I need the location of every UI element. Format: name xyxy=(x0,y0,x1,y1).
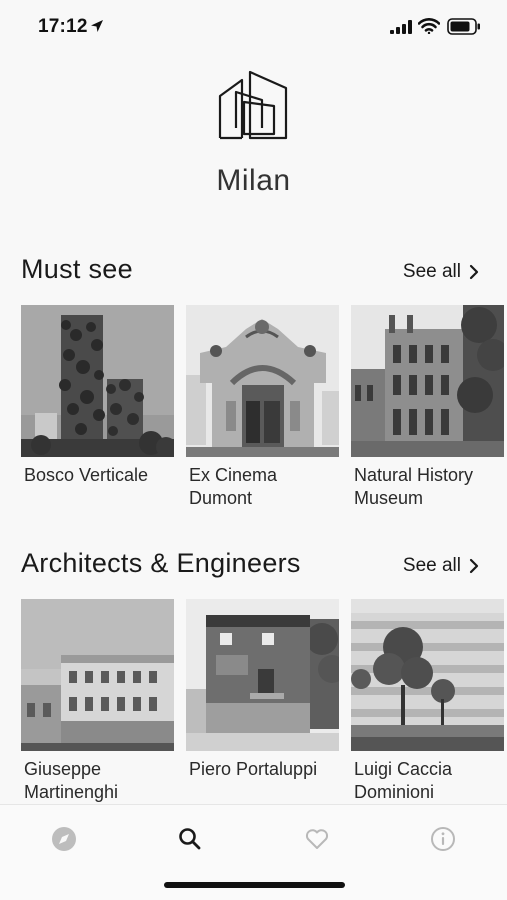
section-title-must-see: Must see xyxy=(21,254,133,284)
card-giuseppe-martinenghi[interactable]: Giuseppe Martinenghi xyxy=(21,599,174,804)
card-label: Natural History Museum xyxy=(354,465,474,508)
info-icon xyxy=(431,827,455,851)
tab-info[interactable] xyxy=(423,819,463,859)
card-photo xyxy=(21,305,174,457)
status-bar: 17:12 xyxy=(0,0,507,52)
card-bosco-verticale[interactable]: Bosco Verticale xyxy=(21,305,174,510)
see-all-must-see-button[interactable]: See all xyxy=(403,261,479,283)
chevron-right-icon xyxy=(469,558,479,574)
card-piero-portaluppi[interactable]: Piero Portaluppi xyxy=(186,599,339,804)
tab-favorites[interactable] xyxy=(297,819,337,859)
card-photo xyxy=(21,599,174,751)
battery-icon xyxy=(447,18,480,35)
location-arrow-icon xyxy=(91,20,103,32)
card-label: Piero Portaluppi xyxy=(189,759,318,779)
card-ex-cinema-dumont[interactable]: Ex Cinema Dumont xyxy=(186,305,339,510)
wifi-icon xyxy=(418,18,440,34)
heart-icon xyxy=(305,829,329,849)
tab-search[interactable] xyxy=(170,819,210,859)
luigi-caccia-dominioni-photo xyxy=(351,599,504,751)
card-natural-history-museum[interactable]: Natural History Museum xyxy=(351,305,504,510)
section-title-architects-engineers: Architects & Engineers xyxy=(21,548,301,578)
must-see-carousel[interactable]: Bosco Verticale Ex Cinema Dumont Natural… xyxy=(21,305,504,510)
card-label: Giuseppe Martinenghi xyxy=(24,759,119,802)
card-luigi-caccia-dominioni[interactable]: Luigi Caccia Dominioni xyxy=(351,599,504,804)
home-indicator[interactable] xyxy=(164,882,345,888)
giuseppe-martinenghi-photo xyxy=(21,599,174,751)
card-photo xyxy=(186,305,339,457)
cellular-signal-icon xyxy=(390,20,412,34)
status-time: 17:12 xyxy=(38,16,88,37)
app-logo-icon xyxy=(218,70,288,140)
card-label: Bosco Verticale xyxy=(24,465,149,485)
search-icon xyxy=(179,828,201,850)
bosco-verticale-photo xyxy=(21,305,174,457)
card-photo xyxy=(186,599,339,751)
tab-explore[interactable] xyxy=(44,819,84,859)
card-label: Luigi Caccia Dominioni xyxy=(354,759,453,802)
see-all-label: See all xyxy=(402,261,461,282)
card-label: Ex Cinema Dumont xyxy=(189,465,278,508)
see-all-architects-button[interactable]: See all xyxy=(403,555,479,577)
chevron-right-icon xyxy=(469,264,479,280)
compass-icon xyxy=(52,827,76,851)
see-all-label: See all xyxy=(402,555,461,576)
architects-carousel[interactable]: Giuseppe Martinenghi Piero Portaluppi Lu… xyxy=(21,599,504,804)
natural-history-museum-photo xyxy=(351,305,504,457)
card-photo xyxy=(351,599,504,751)
card-photo xyxy=(351,305,504,457)
piero-portaluppi-photo xyxy=(186,599,339,751)
city-title: Milan xyxy=(216,164,291,197)
ex-cinema-dumont-photo xyxy=(186,305,339,457)
